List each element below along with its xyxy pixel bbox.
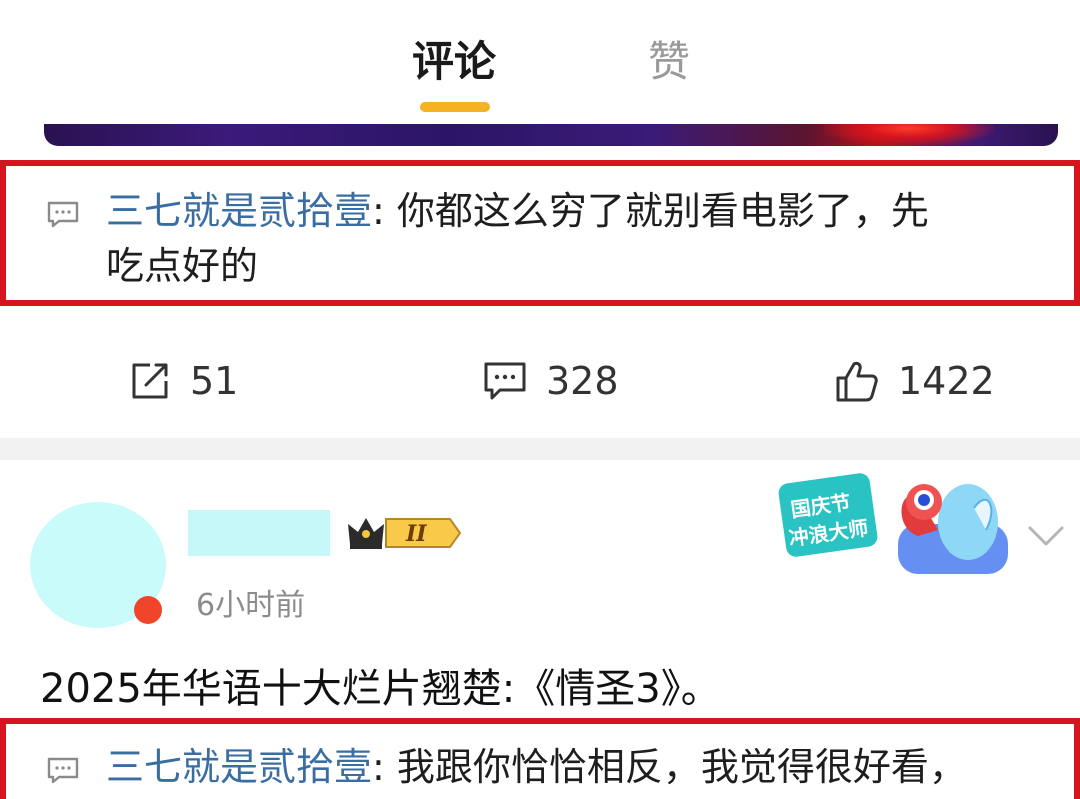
crown-icon bbox=[348, 518, 384, 549]
holiday-sticker[interactable]: 国庆节 冲浪大师 bbox=[778, 468, 1014, 580]
banner-image[interactable] bbox=[44, 124, 1058, 146]
like-count: 1422 bbox=[898, 359, 995, 403]
vip-level-text: II bbox=[405, 521, 427, 547]
comment-bubble-icon bbox=[47, 201, 79, 228]
highlighted-reply[interactable]: 三七就是贰拾壹: 我跟你恰恰相反，我觉得很好看， bbox=[0, 718, 1080, 799]
reply-author-link[interactable]: 三七就是贰拾壹 bbox=[106, 189, 372, 233]
username-redacted[interactable] bbox=[188, 510, 330, 556]
weibo-post-screen: 评论 赞 三七就是贰拾壹: 你都这么穷了就别看电影了，先 吃点好的 51 328… bbox=[0, 0, 1080, 799]
vip-level-badge: II bbox=[348, 518, 462, 549]
post-time: 6小时前 bbox=[196, 588, 306, 623]
reply-separator: : bbox=[372, 189, 397, 233]
tab-comments[interactable]: 评论 bbox=[412, 34, 496, 90]
like-button[interactable]: 1422 bbox=[834, 356, 995, 406]
reply-separator: : bbox=[372, 745, 397, 789]
repost-count: 51 bbox=[190, 359, 239, 403]
comment-bubble-icon bbox=[47, 757, 79, 784]
reply-content: 三七就是贰拾壹: 我跟你恰恰相反，我觉得很好看， bbox=[106, 740, 1038, 795]
reply-content: 三七就是贰拾壹: 你都这么穷了就别看电影了，先 吃点好的 bbox=[106, 184, 1038, 294]
banner-decoration bbox=[824, 124, 994, 146]
comment-icon bbox=[484, 362, 526, 400]
reply-text-line1: 我跟你恰恰相反，我觉得很好看， bbox=[396, 745, 967, 789]
post-body: 2025年华语十大烂片翘楚:《情圣3》。 bbox=[40, 666, 721, 712]
repost-icon bbox=[132, 363, 168, 399]
reply-text-line1: 你都这么穷了就别看电影了，先 bbox=[396, 189, 929, 233]
repost-button[interactable]: 51 bbox=[128, 356, 238, 406]
reply-author-link[interactable]: 三七就是贰拾壹 bbox=[106, 745, 372, 789]
comment-count: 328 bbox=[546, 359, 619, 403]
thumbs-up-icon bbox=[836, 361, 878, 402]
section-divider bbox=[0, 438, 1080, 460]
active-tab-indicator bbox=[420, 102, 490, 112]
tab-likes[interactable]: 赞 bbox=[648, 34, 690, 90]
avatar-badge bbox=[134, 596, 162, 624]
chevron-down-icon[interactable] bbox=[1026, 524, 1066, 548]
comment-button[interactable]: 328 bbox=[482, 356, 619, 406]
reply-text-line2: 吃点好的 bbox=[106, 244, 259, 288]
highlighted-reply[interactable]: 三七就是贰拾壹: 你都这么穷了就别看电影了，先 吃点好的 bbox=[0, 160, 1080, 306]
